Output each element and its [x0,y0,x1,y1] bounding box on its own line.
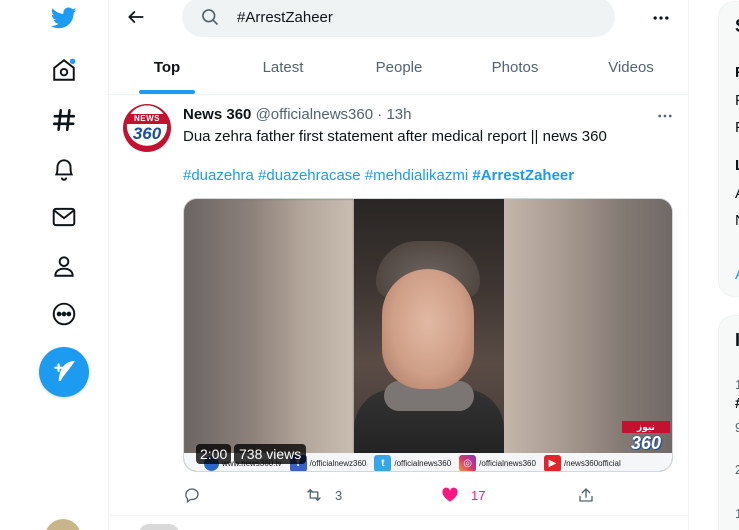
video-person-face [382,269,474,389]
avatar-logo-number: 360 [132,124,162,143]
more-options-circle-icon[interactable] [40,290,88,338]
more-horizontal-icon [653,16,669,20]
twitter-logo-icon[interactable] [40,0,88,42]
tweet-actions: 3 17 [183,484,673,506]
watermark-number: 360 [630,433,662,453]
tab-videos[interactable]: Videos [573,40,689,94]
social-instagram-label: /officialnews360 [479,458,536,468]
tab-people-label: People [375,58,423,76]
tweet-more-button[interactable] [654,106,676,126]
sidebar-peek-text: 9 [735,420,739,435]
share-icon [579,488,593,502]
tab-photos[interactable]: Photos [457,40,573,94]
tab-latest-label: Latest [262,58,304,76]
like-button[interactable]: 17 [441,484,485,506]
tweet-hashtags: #duazehra #duazehracase #mehdialikazmi #… [183,167,574,184]
main-column: Top Latest People Photos Videos NEWS 360… [108,0,689,530]
tab-top-label: Top [153,58,181,76]
sidebar-peek-text: I [735,330,739,350]
social-facebook-label: /officialnewz360 [309,458,367,468]
news360-watermark: نیوز 360 [622,421,670,453]
sidebar-peek-text[interactable]: F [735,92,739,109]
reply-icon [185,488,199,504]
tab-videos-label: Videos [608,58,654,76]
search-box[interactable] [182,0,615,37]
hashtag-link[interactable]: #duazehra [183,167,254,184]
feather-plus-icon [54,360,75,382]
tab-people[interactable]: People [341,40,457,94]
explore-hashtag-icon[interactable] [40,96,88,144]
reply-button[interactable] [183,484,213,506]
sidebar-peek-text: F [735,64,739,81]
next-tweet-avatar[interactable] [139,524,179,530]
tweet-author-handle[interactable]: @officialnews360 [256,106,374,123]
sidebar-peek-text: 1 [735,377,739,392]
sidebar-peek-text[interactable]: A [735,266,739,283]
avatar-logo-text: NEWS [123,114,171,124]
retweet-button[interactable]: 3 [305,484,342,506]
search-icon [202,9,219,26]
share-button[interactable] [577,484,607,506]
hashtag-link[interactable]: #duazehracase [258,167,361,184]
home-icon[interactable] [40,46,88,94]
tweet-header: News 360 @officialnews360 · 13h [183,106,411,123]
instagram-icon: ◎ [459,454,477,471]
left-nav [0,0,108,530]
hashtag-link[interactable]: #ArrestZaheer [472,167,574,184]
hashtag-link[interactable]: #mehdialikazmi [365,167,468,184]
messages-envelope-icon[interactable] [40,193,88,241]
sidebar-peek-text: L [735,157,739,174]
social-youtube: ▶/news360official [543,454,621,471]
search-tabs: Top Latest People Photos Videos [109,40,689,95]
right-sidebar: S F F F L A N A I 1 # 9 2 1 [718,0,739,530]
tweet-timestamp[interactable]: 13h [386,106,411,123]
sidebar-peek-text[interactable]: # [735,395,739,412]
retweet-icon [307,489,321,501]
social-instagram: ◎/officialnews360 [459,454,536,471]
retweet-count: 3 [335,487,343,503]
search-header [109,0,689,40]
sidebar-peek-text[interactable]: N [735,212,739,229]
social-twitter-label: /officialnews360 [394,458,452,468]
tweet-separator: · [377,106,383,123]
search-input[interactable] [237,5,597,29]
sidebar-trends-card: I 1 # 9 2 1 [718,315,739,530]
account-avatar[interactable] [45,519,81,530]
tab-photos-label: Photos [491,58,539,76]
sidebar-peek-text: 1 [735,506,739,521]
video-views: 738 views [234,444,307,464]
sidebar-peek-text[interactable]: A [735,185,739,202]
tweet[interactable]: NEWS 360 News 360 @officialnews360 · 13h… [109,96,689,516]
tweet-author-name[interactable]: News 360 [183,106,251,123]
twitter-bird-icon: t [374,454,392,471]
back-button[interactable] [121,2,151,32]
sidebar-card: S F F F L A N A [718,1,739,297]
video-blurred-left [184,199,354,471]
sidebar-peek-text: 2 [735,462,739,477]
notifications-bell-icon[interactable] [40,145,88,193]
sidebar-peek-text: S [735,16,739,37]
watermark-urdu-text: نیوز [622,421,670,433]
tab-top[interactable]: Top [109,40,225,94]
tab-latest[interactable]: Latest [225,40,341,94]
social-twitter: t/officialnews360 [374,454,452,471]
more-horizontal-icon [658,114,672,118]
active-tab-indicator [139,90,195,94]
search-more-button[interactable] [647,4,675,32]
sidebar-peek-text[interactable]: F [735,119,739,136]
profile-icon[interactable] [40,242,88,290]
heart-filled-icon [442,487,458,502]
back-arrow-icon [128,11,144,23]
like-count: 17 [471,487,486,503]
video-duration: 2:00 [196,444,232,464]
tweet-author-avatar[interactable]: NEWS 360 [123,104,171,152]
tweet-text: Dua zehra father first statement after m… [183,128,607,145]
compose-tweet-button[interactable] [39,347,89,397]
video-frame [354,199,504,471]
tweet-video[interactable]: نیوز 360 www.news360.tv f/officialnewz36… [183,198,673,472]
youtube-icon: ▶ [543,454,561,471]
social-youtube-label: /news360official [563,458,621,468]
